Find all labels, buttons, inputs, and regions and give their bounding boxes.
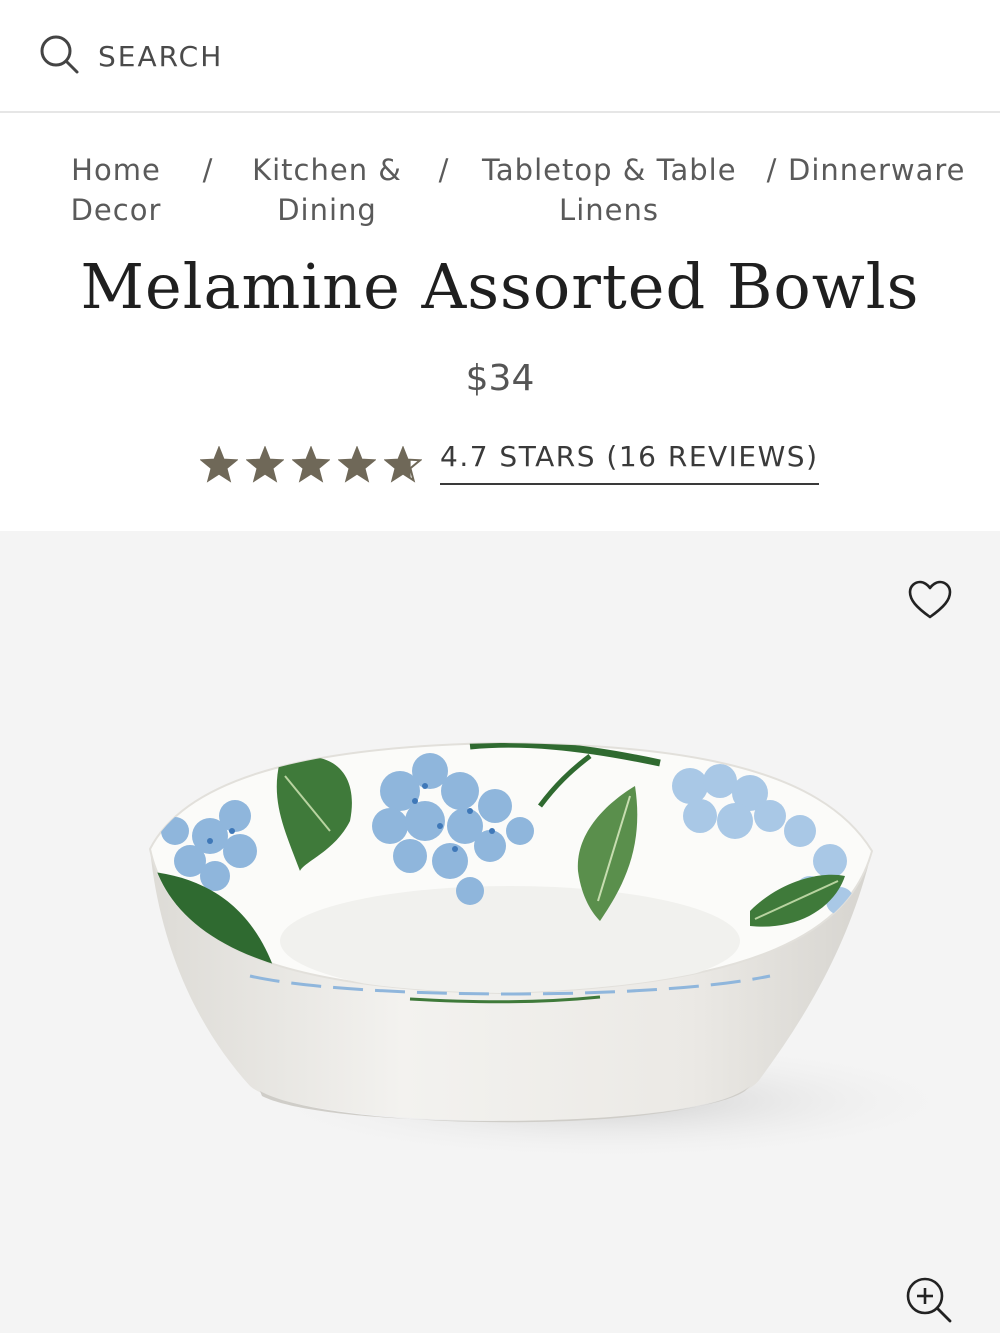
- breadcrumb-tabletop-linens[interactable]: Tabletop & Table Linens: [482, 150, 736, 230]
- product-rating: 4.7 STARS (16 REVIEWS): [200, 440, 819, 492]
- search-icon: [38, 33, 80, 79]
- product-image-bowl: [148, 741, 970, 1161]
- zoom-button[interactable]: [904, 1275, 954, 1325]
- reviews-link[interactable]: 4.7 STARS (16 REVIEWS): [440, 440, 819, 485]
- breadcrumb-tabletop-linens-line2: Linens: [559, 193, 659, 227]
- breadcrumb-home-decor[interactable]: Home Decor: [62, 150, 170, 230]
- top-bar: SEARCH: [0, 0, 1000, 113]
- star-rating: [200, 446, 430, 484]
- wishlist-button[interactable]: [906, 576, 954, 624]
- star-icon: [292, 446, 330, 483]
- breadcrumb-kitchen-dining-line2: Dining: [277, 193, 377, 227]
- breadcrumb-separator: /: [202, 153, 214, 187]
- star-icon: [200, 446, 238, 483]
- star-icon: [384, 446, 422, 483]
- star-icon: [338, 446, 376, 483]
- product-price: $34: [465, 358, 535, 399]
- search-label: SEARCH: [98, 39, 224, 73]
- breadcrumb-separator: /: [766, 153, 778, 187]
- search-button[interactable]: SEARCH: [38, 34, 223, 78]
- breadcrumb-home-decor-line1: Home: [71, 153, 161, 187]
- star-icon: [246, 446, 284, 483]
- breadcrumb-dinnerware-label: Dinnerware: [788, 153, 966, 187]
- heart-outline-icon: [908, 580, 952, 619]
- breadcrumb-home-decor-line2: Decor: [70, 193, 162, 227]
- breadcrumb-kitchen-dining-line1: Kitchen &: [252, 153, 402, 187]
- breadcrumb-separator: /: [438, 153, 450, 187]
- product-title: Melamine Assorted Bowls: [80, 250, 920, 323]
- breadcrumb-kitchen-dining[interactable]: Kitchen & Dining: [248, 150, 406, 230]
- product-gallery[interactable]: [0, 531, 1000, 1333]
- zoom-in-icon: [906, 1277, 952, 1323]
- breadcrumb-dinnerware[interactable]: Dinnerware: [788, 150, 966, 190]
- breadcrumb-tabletop-linens-line1: Tabletop & Table: [482, 153, 737, 187]
